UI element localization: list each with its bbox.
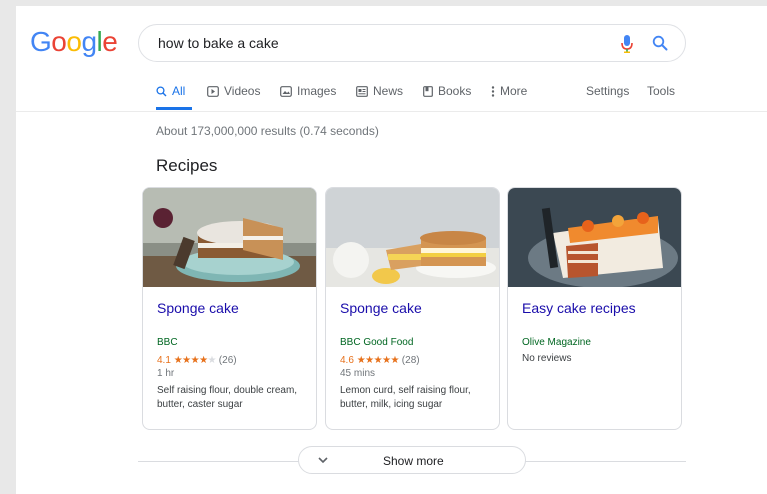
- show-more-button[interactable]: Show more: [298, 446, 526, 474]
- tab-books[interactable]: Books: [423, 84, 471, 98]
- tab-videos[interactable]: Videos: [207, 84, 260, 98]
- recipe-rating: 4.1 ★★★★★ (26): [157, 355, 237, 366]
- filled-stars: ★★★★★: [356, 355, 400, 366]
- recipe-card[interactable]: Easy cake recipes Olive Magazine No revi…: [507, 187, 682, 430]
- tab-label: More: [500, 84, 528, 98]
- show-more-label: Show more: [383, 454, 444, 468]
- rating-value: 4.6: [340, 355, 354, 366]
- recipe-time: 1 hr: [157, 368, 175, 379]
- news-icon: [356, 85, 368, 97]
- recipes-heading: Recipes: [156, 156, 218, 175]
- filled-stars: ★★★★: [173, 355, 208, 366]
- tab-label: News: [373, 84, 404, 98]
- search-icon[interactable]: [652, 35, 668, 51]
- recipe-title[interactable]: Sponge cake: [340, 300, 422, 316]
- recipe-image[interactable]: [508, 188, 682, 287]
- chevron-down-icon: [318, 457, 328, 464]
- recipe-card[interactable]: Sponge cake BBC Good Food 4.6 ★★★★★ (28)…: [325, 187, 500, 430]
- review-count: (26): [218, 355, 237, 366]
- search-input[interactable]: how to bake a cake: [158, 35, 279, 51]
- settings-label: Settings: [586, 84, 630, 98]
- tab-label: Images: [297, 84, 337, 98]
- search-results-page: Google how to bake a cake All Videos Ima…: [16, 6, 767, 494]
- recipe-ingredients: Self raising flour, double cream, butter…: [157, 385, 298, 410]
- logo-letter: o: [66, 26, 82, 57]
- active-tab-indicator: [156, 107, 192, 110]
- recipe-image[interactable]: [143, 188, 317, 287]
- video-icon: [207, 85, 219, 97]
- search-box[interactable]: how to bake a cake: [138, 24, 686, 62]
- tab-news[interactable]: News: [356, 84, 403, 98]
- result-stats: About 173,000,000 results (0.74 seconds): [156, 124, 379, 138]
- no-reviews-label: No reviews: [522, 353, 572, 364]
- recipe-rating: 4.6 ★★★★★ (28): [340, 355, 420, 366]
- tools-link[interactable]: Tools: [647, 84, 675, 98]
- logo-letter: g: [81, 26, 97, 57]
- tab-label: All: [172, 84, 186, 98]
- logo-letter: e: [102, 26, 118, 57]
- recipe-source: BBC Good Food: [340, 337, 414, 348]
- recipe-source: Olive Magazine: [522, 337, 591, 348]
- rating-stars-icon: ★★★★★: [173, 355, 217, 366]
- header-divider: [16, 111, 767, 112]
- tab-label: Books: [438, 84, 472, 98]
- tab-images[interactable]: Images: [280, 84, 336, 98]
- logo-letter: o: [51, 26, 67, 57]
- tools-label: Tools: [647, 84, 676, 98]
- recipe-source: BBC: [157, 337, 178, 348]
- microphone-icon[interactable]: [619, 34, 635, 54]
- recipe-ingredients: Lemon curd, self raising flour, butter, …: [340, 385, 471, 410]
- review-count: (28): [401, 355, 420, 366]
- search-icon: [156, 85, 167, 96]
- book-icon: [423, 85, 433, 97]
- tab-label: Videos: [224, 84, 261, 98]
- image-icon: [280, 85, 292, 97]
- tab-all[interactable]: All: [156, 84, 185, 98]
- recipe-time: 45 mins: [340, 368, 376, 379]
- more-vert-icon: [491, 85, 495, 97]
- rating-value: 4.1: [157, 355, 171, 366]
- rating-stars-icon: ★★★★★: [356, 355, 400, 366]
- tab-more[interactable]: More: [491, 84, 527, 98]
- settings-link[interactable]: Settings: [586, 84, 629, 98]
- recipe-title[interactable]: Easy cake recipes: [522, 300, 636, 316]
- logo-letter: G: [30, 26, 52, 57]
- google-logo[interactable]: Google: [30, 26, 118, 58]
- empty-stars: ★: [207, 355, 217, 366]
- recipe-title[interactable]: Sponge cake: [157, 300, 239, 316]
- recipe-image[interactable]: [326, 188, 500, 287]
- recipe-card[interactable]: Sponge cake BBC 4.1 ★★★★★ (26) 1 hr Self…: [142, 187, 317, 430]
